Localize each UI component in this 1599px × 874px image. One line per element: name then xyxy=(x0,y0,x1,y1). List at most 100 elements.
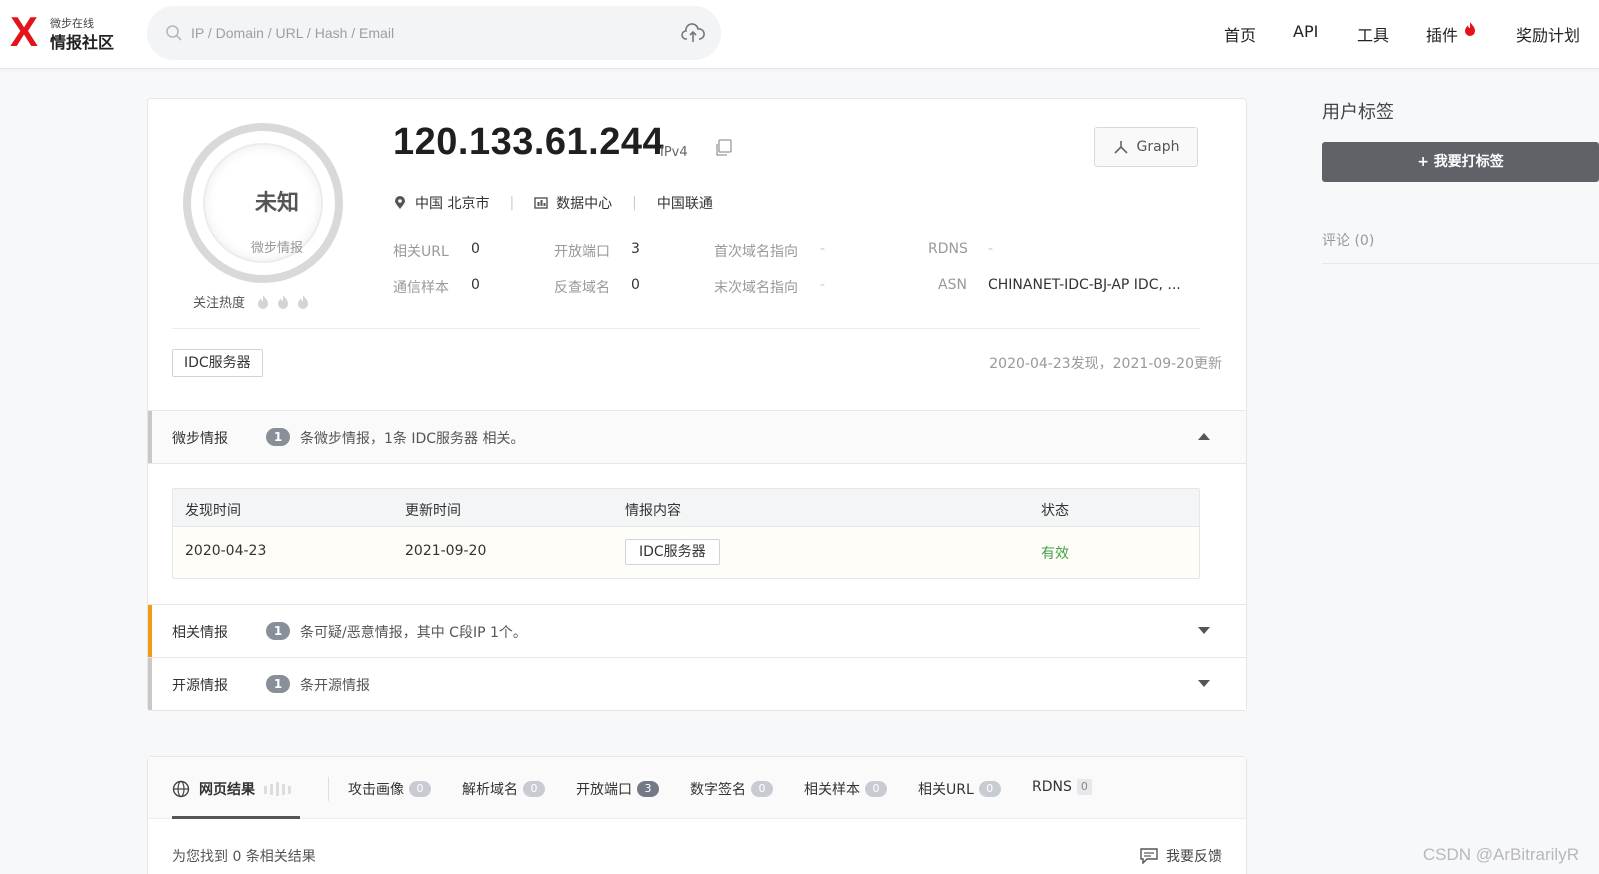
column-header: 情报内容 xyxy=(625,503,681,519)
ip-version: IPv4 xyxy=(660,145,688,160)
asn-label: ASN xyxy=(938,277,967,293)
flame-icon xyxy=(258,295,269,309)
tab-rdns[interactable]: RDNS 0 xyxy=(1032,779,1092,795)
asn-value[interactable]: CHINANET-IDC-BJ-AP IDC, ... xyxy=(988,277,1181,293)
verdict-ring: 未知 微步情报 xyxy=(183,123,343,283)
site-logo[interactable]: X 微步在线 情报社区 xyxy=(10,11,122,53)
tab-count: 0 xyxy=(1076,779,1092,795)
search-input[interactable] xyxy=(191,18,661,48)
tab-count: 0 xyxy=(751,781,773,797)
location-text: 中国 北京市 xyxy=(415,196,490,212)
intel-table-container: 发现时间 更新时间 情报内容 状态 2020-04-23 2021-09-20 … xyxy=(148,463,1246,604)
status-badge: 有效 xyxy=(1041,546,1069,562)
tab-label: 相关URL xyxy=(918,782,974,798)
section-title: 开源情报 xyxy=(172,678,228,694)
rdns-label: RDNS xyxy=(928,241,968,257)
verdict-label: 未知 xyxy=(254,191,299,216)
tab-label: 开放端口 xyxy=(576,782,632,798)
graph-icon xyxy=(1113,141,1128,154)
nav-home[interactable]: 首页 xyxy=(1224,22,1256,46)
discovery-dates: 2020-04-23发现，2021-09-20更新 xyxy=(989,356,1222,372)
copy-icon[interactable] xyxy=(714,139,732,157)
add-tag-button[interactable]: + 我要打标签 xyxy=(1322,142,1599,182)
last-domain-label: 末次域名指向 xyxy=(714,280,798,296)
first-domain-value: - xyxy=(820,241,826,257)
verdict-ring-inner: 未知 微步情报 xyxy=(203,143,323,263)
section-related-intel[interactable]: 相关情报 1 条可疑/恶意情报，其中 C段IP 1个。 xyxy=(148,604,1246,657)
section-threatbook-intel[interactable]: 微步情报 1 条微步情报，1条 IDC服务器 相关。 xyxy=(148,410,1246,463)
divider xyxy=(172,328,1200,329)
tab-digital-signatures[interactable]: 数字签名 0 xyxy=(690,779,773,799)
results-tabs: 网页结果 攻击画像 0 解析域名 0 开放端口 3 数字签名 0 相关样本 0 相关URL… xyxy=(148,757,1246,819)
section-accent-bar xyxy=(148,605,152,657)
results-count-text: 为您找到 0 条相关结果 xyxy=(172,849,316,865)
open-port-value[interactable]: 3 xyxy=(631,241,640,257)
tab-count: 0 xyxy=(523,781,545,797)
tab-open-ports[interactable]: 开放端口 3 xyxy=(576,779,659,799)
first-domain-label: 首次域名指向 xyxy=(714,244,798,260)
nav-api[interactable]: API xyxy=(1293,22,1318,41)
nav-tools[interactable]: 工具 xyxy=(1357,22,1389,46)
tab-label: 相关样本 xyxy=(804,782,860,798)
tab-resolved-domains[interactable]: 解析域名 0 xyxy=(462,779,545,799)
search-icon xyxy=(166,25,182,41)
heat-label: 关注热度 xyxy=(193,296,246,311)
ip-tag[interactable]: IDC服务器 xyxy=(172,349,263,377)
column-header: 状态 xyxy=(1041,503,1069,519)
comm-sample-value[interactable]: 0 xyxy=(471,277,480,293)
location-pin-icon xyxy=(395,196,405,209)
section-summary: 条可疑/恶意情报，其中 C段IP 1个。 xyxy=(300,625,527,641)
updated-date-cell: 2021-09-20 xyxy=(405,543,487,559)
tab-attack-profile[interactable]: 攻击画像 0 xyxy=(348,779,431,799)
reverse-domain-value[interactable]: 0 xyxy=(631,277,640,293)
active-tab-indicator xyxy=(172,816,300,819)
found-date-cell: 2020-04-23 xyxy=(185,543,267,559)
rdns-value: - xyxy=(988,241,994,257)
isp-text: 中国联通 xyxy=(656,196,713,212)
section-opensource-intel[interactable]: 开源情报 1 条开源情报 xyxy=(148,657,1246,710)
nav-plugins[interactable]: 插件 xyxy=(1426,22,1476,46)
tab-label: 解析域名 xyxy=(462,782,518,798)
ip-address: 120.133.61.244 xyxy=(393,121,665,163)
tab-count: 0 xyxy=(978,781,1001,797)
section-accent-bar xyxy=(148,411,152,463)
nav-rewards[interactable]: 奖励计划 xyxy=(1516,22,1580,46)
top-navbar: X 微步在线 情报社区 首页 API 工具 插件 奖励计划 xyxy=(0,0,1599,69)
feedback-link[interactable]: 我要反馈 xyxy=(1140,846,1222,866)
feedback-icon xyxy=(1140,848,1158,864)
scene-text: 数据中心 xyxy=(556,196,613,212)
chevron-up-icon[interactable] xyxy=(1198,433,1210,440)
section-summary: 条开源情报 xyxy=(300,678,370,694)
chevron-down-icon[interactable] xyxy=(1198,680,1210,687)
intel-table: 发现时间 更新时间 情报内容 状态 2020-04-23 2021-09-20 … xyxy=(172,488,1200,579)
chevron-down-icon[interactable] xyxy=(1198,627,1210,634)
ip-meta-row: 中国 北京市 | 数据中心 | 中国联通 xyxy=(393,193,713,213)
results-card: 网页结果 攻击画像 0 解析域名 0 开放端口 3 数字签名 0 相关样本 0 相关URL… xyxy=(147,756,1247,874)
feedback-label: 我要反馈 xyxy=(1166,849,1222,865)
verdict-source: 微步情报 xyxy=(250,241,303,256)
related-url-value[interactable]: 0 xyxy=(471,241,480,257)
intel-content-tag[interactable]: IDC服务器 xyxy=(625,539,720,565)
comm-sample-label: 通信样本 xyxy=(393,280,449,296)
loading-bars-icon xyxy=(264,782,291,796)
graph-label: Graph xyxy=(1136,139,1180,155)
separator: | xyxy=(509,195,515,211)
column-header: 更新时间 xyxy=(405,503,461,519)
ip-summary-card: 未知 微步情报 关注热度 120.133.61.244 IPv4 Graph 中… xyxy=(147,98,1247,711)
nav-plugins-label: 插件 xyxy=(1426,26,1459,45)
section-title: 相关情报 xyxy=(172,625,228,641)
section-accent-bar xyxy=(148,658,152,710)
tab-label: 数字签名 xyxy=(690,782,746,798)
tab-related-urls[interactable]: 相关URL 0 xyxy=(918,779,1001,799)
count-badge: 1 xyxy=(266,428,290,446)
cloud-upload-icon[interactable] xyxy=(681,22,705,44)
count-badge: 1 xyxy=(266,675,290,693)
related-url-label: 相关URL xyxy=(393,244,449,260)
comments-link[interactable]: 评论 (0) xyxy=(1322,230,1374,250)
tab-related-samples[interactable]: 相关样本 0 xyxy=(804,779,887,799)
tab-label: RDNS xyxy=(1032,779,1072,795)
graph-button[interactable]: Graph xyxy=(1094,127,1198,167)
watermark: CSDN @ArBitrarilyR xyxy=(1422,845,1579,864)
tab-web-results[interactable]: 网页结果 xyxy=(172,779,293,799)
column-header: 发现时间 xyxy=(185,503,241,519)
